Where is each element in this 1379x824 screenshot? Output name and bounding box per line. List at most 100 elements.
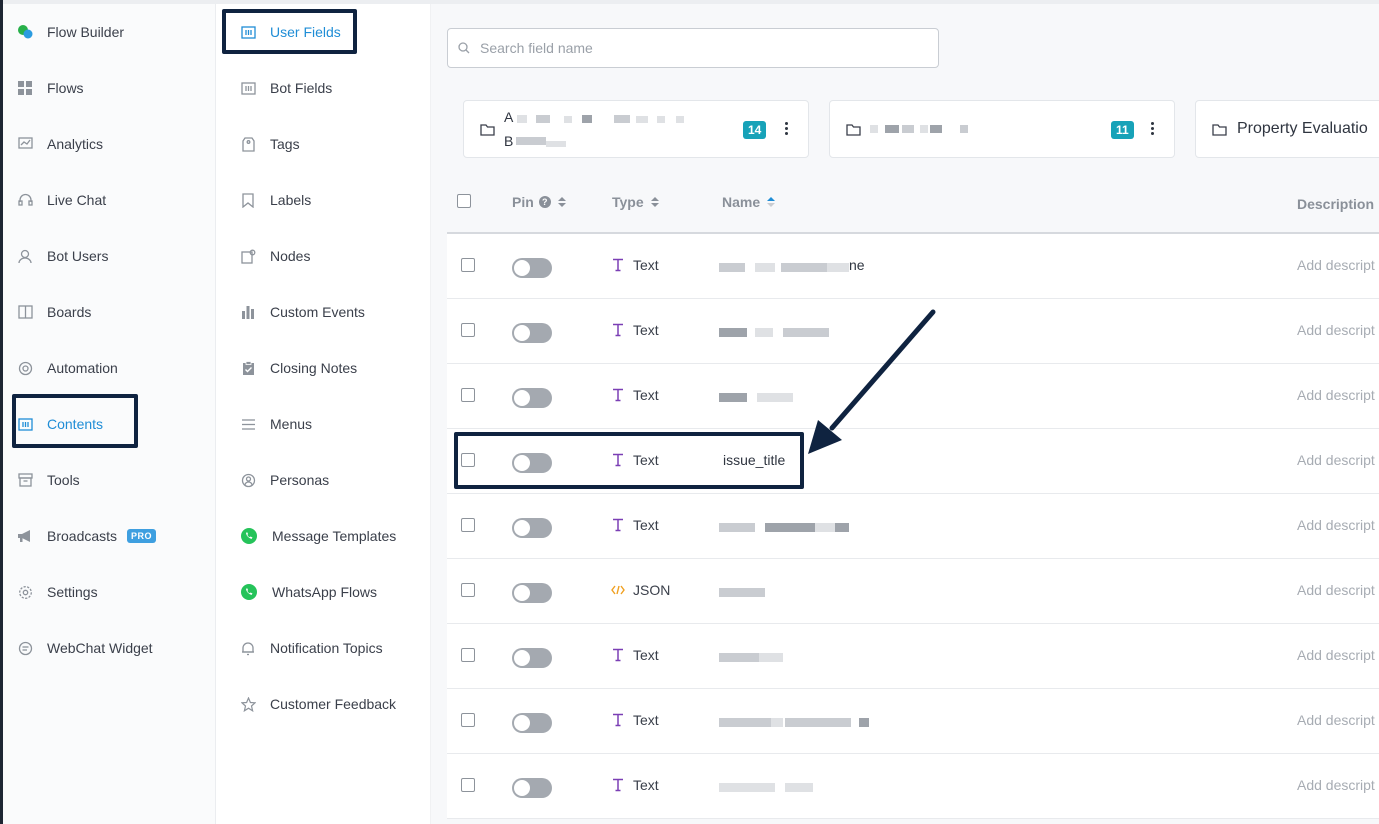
- field-type: Text: [611, 387, 659, 403]
- field-type: Text: [611, 712, 659, 728]
- sidebar-item-label: Automation: [47, 360, 118, 376]
- row-checkbox[interactable]: [461, 323, 475, 337]
- more-options-icon[interactable]: [1150, 122, 1154, 135]
- sidebar-item-flows[interactable]: Flows: [17, 72, 84, 104]
- row-checkbox[interactable]: [461, 583, 475, 597]
- table-row[interactable]: Text Add descript: [447, 754, 1379, 819]
- folder-card[interactable]: A B 14: [463, 100, 809, 158]
- sidebar-item-broadcasts[interactable]: Broadcasts PRO: [17, 520, 157, 552]
- add-description-link[interactable]: Add descript: [1297, 517, 1375, 533]
- sidebar-item-analytics[interactable]: Analytics: [17, 128, 103, 160]
- sidebar-item-bot-users[interactable]: Bot Users: [17, 240, 108, 272]
- sidebar-item-label: Broadcasts: [47, 528, 118, 544]
- bookmark-icon: [240, 192, 256, 208]
- table-row[interactable]: Text Add descript: [447, 494, 1379, 559]
- pin-toggle[interactable]: [512, 713, 552, 733]
- folder-card[interactable]: 11: [829, 100, 1175, 158]
- subnav-item-closing-notes[interactable]: Closing Notes: [240, 352, 357, 384]
- whatsapp-icon: [240, 583, 258, 601]
- help-icon[interactable]: ?: [538, 196, 551, 208]
- whatsapp-icon: [240, 527, 258, 545]
- subnav-item-personas[interactable]: Personas: [240, 464, 329, 496]
- sidebar-item-tools[interactable]: Tools: [17, 464, 80, 496]
- table-row[interactable]: Text Add descript: [447, 689, 1379, 754]
- row-checkbox[interactable]: [461, 388, 475, 402]
- pin-toggle[interactable]: [512, 583, 552, 603]
- subnav-item-custom-events[interactable]: Custom Events: [240, 296, 365, 328]
- add-description-link[interactable]: Add descript: [1297, 387, 1375, 403]
- folder-count-badge: 14: [743, 121, 767, 139]
- subnav-item-labels[interactable]: Labels: [240, 184, 311, 216]
- subnav-item-notification-topics[interactable]: Notification Topics: [240, 632, 383, 664]
- pin-toggle[interactable]: [512, 323, 552, 343]
- folder-name: Property Evaluatio: [1237, 120, 1368, 137]
- subnav-item-label: Message Templates: [272, 528, 397, 544]
- sidebar-item-automation[interactable]: Automation: [17, 352, 118, 384]
- table-row[interactable]: Text Add descript: [447, 299, 1379, 364]
- column-header-description[interactable]: Description: [1297, 196, 1374, 212]
- column-header-pin[interactable]: Pin ?: [512, 194, 566, 210]
- subnav-item-label: Bot Fields: [270, 80, 333, 96]
- row-checkbox[interactable]: [461, 778, 475, 792]
- text-type-icon: [611, 648, 625, 662]
- table-header: Pin ? Type Name Description: [447, 172, 1379, 234]
- add-description-link[interactable]: Add descript: [1297, 452, 1375, 468]
- add-description-link[interactable]: Add descript: [1297, 777, 1375, 793]
- text-type-icon: [611, 323, 625, 337]
- subnav-item-tags[interactable]: Tags: [240, 128, 300, 160]
- subnav-item-whatsapp-flows[interactable]: WhatsApp Flows: [240, 576, 377, 608]
- subnav-item-customer-feedback[interactable]: Customer Feedback: [240, 688, 396, 720]
- table-row[interactable]: Text ne Add descript: [447, 234, 1379, 299]
- sidebar-item-label: Tools: [47, 472, 80, 488]
- sidebar-item-label: Flow Builder: [47, 24, 125, 40]
- column-header-type[interactable]: Type: [612, 194, 659, 210]
- add-description-link[interactable]: Add descript: [1297, 257, 1375, 273]
- sidebar-item-label: Boards: [47, 304, 92, 320]
- menu-icon: [240, 416, 256, 432]
- subnav-item-label: Closing Notes: [270, 360, 358, 376]
- row-checkbox[interactable]: [461, 518, 475, 532]
- user-fields-highlight-box: [222, 9, 357, 54]
- headset-icon: [17, 192, 33, 208]
- search-box[interactable]: [447, 28, 939, 68]
- table-row[interactable]: JSON Add descript: [447, 559, 1379, 624]
- table-row[interactable]: Text Add descript: [447, 624, 1379, 689]
- select-all-checkbox[interactable]: [457, 194, 471, 208]
- table-row[interactable]: Text Add descript: [447, 364, 1379, 429]
- board-icon: [17, 304, 33, 320]
- column-header-name[interactable]: Name: [722, 194, 776, 210]
- pin-toggle[interactable]: [512, 518, 552, 538]
- add-description-link[interactable]: Add descript: [1297, 322, 1375, 338]
- pin-toggle[interactable]: [512, 258, 552, 278]
- contents-subnav: User Fields Bot Fields Tags Labels Nodes…: [216, 4, 431, 824]
- sidebar-item-flow-builder[interactable]: Flow Builder: [17, 16, 124, 48]
- sidebar-item-webchat-widget[interactable]: WebChat Widget: [17, 632, 153, 664]
- subnav-item-message-templates[interactable]: Message Templates: [240, 520, 396, 552]
- subnav-item-label: Labels: [270, 192, 312, 208]
- sidebar-item-boards[interactable]: Boards: [17, 296, 91, 328]
- pin-toggle[interactable]: [512, 648, 552, 668]
- sidebar-item-label: Settings: [47, 584, 98, 600]
- add-description-link[interactable]: Add descript: [1297, 712, 1375, 728]
- fields-icon: [240, 80, 256, 96]
- add-description-link[interactable]: Add descript: [1297, 647, 1375, 663]
- pin-toggle[interactable]: [512, 778, 552, 798]
- row-checkbox[interactable]: [461, 648, 475, 662]
- star-icon: [240, 696, 256, 712]
- user-fields-table: Pin ? Type Name Description Text ne Add …: [447, 172, 1379, 819]
- row-checkbox[interactable]: [461, 713, 475, 727]
- search-input[interactable]: [478, 39, 922, 57]
- subnav-item-nodes[interactable]: Nodes: [240, 240, 310, 272]
- more-options-icon[interactable]: [784, 122, 788, 135]
- node-icon: [240, 248, 256, 264]
- subnav-item-menus[interactable]: Menus: [240, 408, 312, 440]
- sidebar-item-live-chat[interactable]: Live Chat: [17, 184, 106, 216]
- sidebar-item-settings[interactable]: Settings: [17, 576, 98, 608]
- folder-card[interactable]: Property Evaluatio: [1195, 100, 1379, 158]
- add-description-link[interactable]: Add descript: [1297, 582, 1375, 598]
- sort-ascending-icon: [767, 197, 776, 207]
- row-checkbox[interactable]: [461, 258, 475, 272]
- subnav-item-label: Nodes: [270, 248, 311, 264]
- pin-toggle[interactable]: [512, 388, 552, 408]
- subnav-item-bot-fields[interactable]: Bot Fields: [240, 72, 332, 104]
